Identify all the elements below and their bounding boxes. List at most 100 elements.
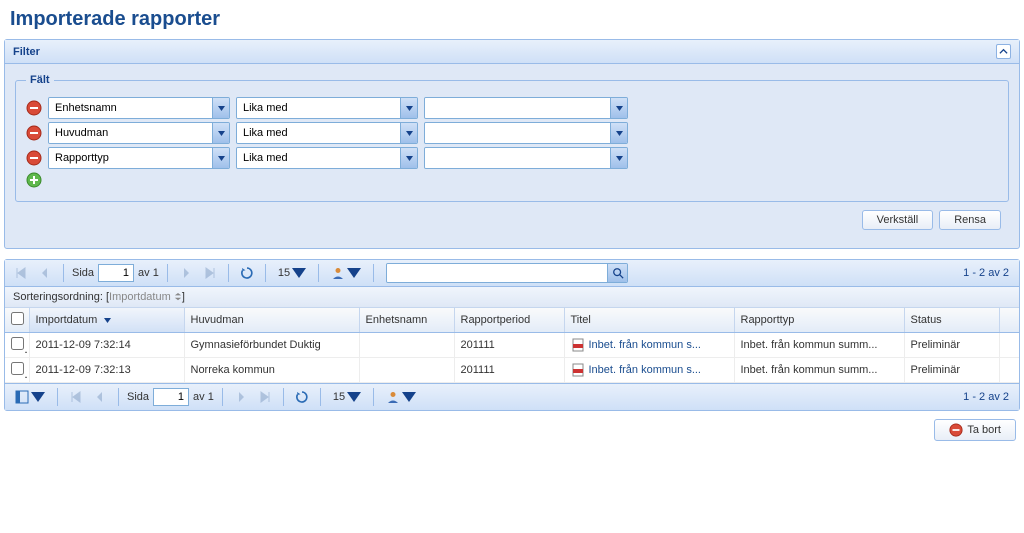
first-page-button[interactable] (11, 263, 31, 283)
col-titel[interactable]: Titel (564, 308, 734, 333)
chevron-down-icon (406, 156, 413, 161)
chevron-down-icon (406, 131, 413, 136)
cell-huvudman: Gymnasieförbundet Duktig (184, 333, 359, 358)
operator-select-input[interactable] (237, 148, 400, 168)
select-all-checkbox[interactable] (11, 312, 24, 325)
operator-select-input[interactable] (237, 123, 400, 143)
cell-status: Preliminär (904, 333, 999, 358)
field-select[interactable] (48, 97, 230, 119)
operator-select-input[interactable] (237, 98, 400, 118)
action-bar: Ta bort (4, 411, 1020, 445)
cell-titel[interactable]: Inbet. från kommun s... (564, 358, 734, 383)
collapse-button[interactable] (996, 44, 1011, 59)
col-rapporttyp[interactable]: Rapporttyp (734, 308, 904, 333)
col-enhetsnamn[interactable]: Enhetsnamn (359, 308, 454, 333)
display-message: 1 - 2 av 2 (963, 267, 1013, 279)
col-status[interactable]: Status (904, 308, 999, 333)
dropdown-trigger[interactable] (400, 98, 417, 118)
next-page-button[interactable] (176, 263, 196, 283)
field-select-input[interactable] (49, 123, 212, 143)
next-page-button[interactable] (231, 387, 251, 407)
page-size-button[interactable]: 15 (329, 387, 365, 407)
search-field[interactable] (386, 263, 628, 283)
field-select[interactable] (48, 147, 230, 169)
user-menu-button[interactable] (382, 387, 420, 407)
operator-select[interactable] (236, 147, 418, 169)
refresh-button[interactable] (237, 263, 257, 283)
field-select-input[interactable] (49, 98, 212, 118)
sort-field[interactable]: Importdatum (109, 291, 182, 303)
cell-titel[interactable]: Inbet. från kommun s... (564, 333, 734, 358)
add-filter-button[interactable] (26, 172, 42, 188)
minus-circle-icon (26, 100, 42, 116)
field-select[interactable] (48, 122, 230, 144)
value-select[interactable] (424, 97, 628, 119)
chevron-down-icon (347, 390, 361, 404)
first-page-button[interactable] (66, 387, 86, 407)
search-button[interactable] (607, 264, 627, 282)
chevron-down-icon (616, 156, 623, 161)
refresh-icon (295, 390, 309, 404)
dropdown-trigger[interactable] (400, 123, 417, 143)
dropdown-trigger[interactable] (212, 98, 229, 118)
prev-page-button[interactable] (90, 387, 110, 407)
chevron-down-icon (616, 131, 623, 136)
toolbar-separator (373, 264, 374, 282)
page-input[interactable] (98, 264, 134, 282)
dropdown-trigger[interactable] (610, 98, 627, 118)
page-label-suffix: av 1 (193, 391, 214, 403)
cell-enhetsnamn (359, 333, 454, 358)
row-checkbox[interactable] (11, 362, 24, 375)
dropdown-trigger[interactable] (400, 148, 417, 168)
apply-button[interactable]: Verkställ (862, 210, 934, 230)
refresh-button[interactable] (292, 387, 312, 407)
col-huvudman[interactable]: Huvudman (184, 308, 359, 333)
page-size-button[interactable]: 15 (274, 263, 310, 283)
operator-select[interactable] (236, 97, 418, 119)
chevron-down-icon (616, 106, 623, 111)
value-select-input[interactable] (425, 148, 610, 168)
sort-label: Sorteringsordning: (13, 291, 103, 303)
col-rapportperiod[interactable]: Rapportperiod (454, 308, 564, 333)
dropdown-trigger[interactable] (610, 148, 627, 168)
page-label-suffix: av 1 (138, 267, 159, 279)
minus-circle-icon (26, 125, 42, 141)
user-icon (386, 390, 400, 404)
chevron-left-icon (38, 266, 52, 280)
operator-select[interactable] (236, 122, 418, 144)
value-select[interactable] (424, 122, 628, 144)
user-menu-button[interactable] (327, 263, 365, 283)
page-input[interactable] (153, 388, 189, 406)
reset-button[interactable]: Rensa (939, 210, 1001, 230)
filter-row-add (26, 172, 998, 188)
layout-menu-button[interactable] (11, 387, 49, 407)
dropdown-trigger[interactable] (610, 123, 627, 143)
row-select-cell[interactable] (5, 358, 29, 383)
row-checkbox[interactable] (11, 337, 24, 350)
cell-huvudman: Norreka kommun (184, 358, 359, 383)
field-select-input[interactable] (49, 148, 212, 168)
value-select-input[interactable] (425, 123, 610, 143)
toolbar-separator (118, 388, 119, 406)
remove-filter-button[interactable] (26, 125, 42, 141)
chevron-left-icon (93, 390, 107, 404)
select-all-header[interactable] (5, 308, 29, 333)
last-page-button[interactable] (200, 263, 220, 283)
table-row[interactable]: 2011-12-09 7:32:14Gymnasieförbundet Dukt… (5, 333, 1019, 358)
table-row[interactable]: 2011-12-09 7:32:13Norreka kommun201111In… (5, 358, 1019, 383)
value-select-input[interactable] (425, 98, 610, 118)
toolbar-separator (283, 388, 284, 406)
prev-page-button[interactable] (35, 263, 55, 283)
row-select-cell[interactable] (5, 333, 29, 358)
remove-filter-button[interactable] (26, 100, 42, 116)
remove-filter-button[interactable] (26, 150, 42, 166)
last-page-button[interactable] (255, 387, 275, 407)
value-select[interactable] (424, 147, 628, 169)
search-input[interactable] (387, 264, 607, 282)
filter-panel: Filter Fält (4, 39, 1020, 249)
col-importdatum[interactable]: Importdatum (29, 308, 184, 333)
dropdown-trigger[interactable] (212, 123, 229, 143)
sort-bar: Sorteringsordning: [Importdatum ] (5, 287, 1019, 308)
dropdown-trigger[interactable] (212, 148, 229, 168)
delete-button[interactable]: Ta bort (934, 419, 1016, 441)
